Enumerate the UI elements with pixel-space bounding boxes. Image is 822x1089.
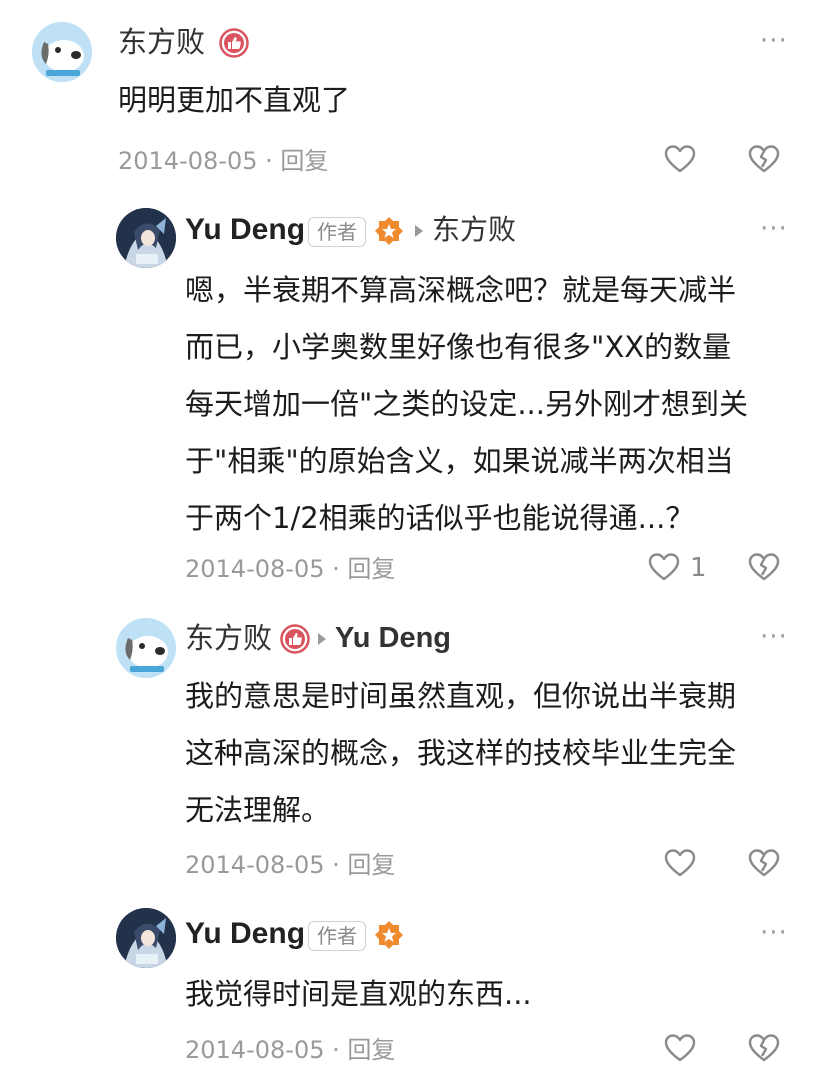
meta-separator: · xyxy=(332,1036,340,1064)
author-name[interactable]: 东方败 xyxy=(118,24,205,60)
more-icon[interactable]: ··· xyxy=(760,26,788,56)
broken-heart-icon[interactable] xyxy=(747,550,781,584)
comment-date: 2014-08-05 xyxy=(118,147,258,175)
comment-text-line: 这种高深的概念，我这样的技校毕业生完全 xyxy=(185,736,737,770)
comment-text-line: 于"相乘"的原始含义，如果说减半两次相当 xyxy=(185,444,734,478)
comment-text: 我的意思是时间虽然直观，但你说出半衰期 这种高深的概念，我这样的技校毕业生完全 … xyxy=(185,668,736,839)
comment-text-line: 而已，小学奥数里好像也有很多"XX的数量 xyxy=(185,330,732,364)
dog-avatar-icon xyxy=(32,22,92,82)
reply-arrow-icon xyxy=(415,225,423,237)
reply-comment-item: Yu Deng 作者 东方败 ··· 嗯，半衰期不算高深概念吧？就是每天减半 而… xyxy=(0,200,822,610)
comment-date: 2014-08-05 xyxy=(185,851,325,879)
broken-heart-icon[interactable] xyxy=(747,1031,781,1065)
avatar[interactable] xyxy=(116,908,176,968)
medal-badge-icon xyxy=(375,921,403,949)
comment-item: 东方败 ··· 明明更加不直观了 2014-08-05 · 回复 xyxy=(0,0,822,200)
dog-avatar-icon xyxy=(116,618,176,678)
comment-text-line: 我的意思是时间虽然直观，但你说出半衰期 xyxy=(185,679,737,713)
heart-icon[interactable] xyxy=(663,1031,697,1065)
reply-comment-item: Yu Deng 作者 ··· 我觉得时间是直观的东西... 2014-08-05… xyxy=(0,900,822,1089)
comment-date: 2014-08-05 xyxy=(185,1036,325,1064)
more-icon[interactable]: ··· xyxy=(760,214,788,244)
comment-text-line: 嗯，半衰期不算高深概念吧？就是每天减半 xyxy=(185,273,737,307)
broken-heart-icon[interactable] xyxy=(747,142,781,176)
anime-avatar-icon xyxy=(116,908,176,968)
medal-badge-icon xyxy=(375,217,403,245)
thumb-badge-icon xyxy=(219,28,249,58)
heart-icon[interactable] xyxy=(663,846,697,880)
comment-text: 我觉得时间是直观的东西... xyxy=(185,966,532,1023)
like-count: 1 xyxy=(690,553,707,583)
anime-avatar-icon xyxy=(116,208,176,268)
author-name[interactable]: Yu Deng xyxy=(185,916,305,952)
comment-text-line: 明明更加不直观了 xyxy=(118,83,351,117)
broken-heart-icon[interactable] xyxy=(747,846,781,880)
comment-text-line: 无法理解。 xyxy=(185,793,331,827)
reply-comment-item: 东方败 Yu Deng ··· 我的意思是时间虽然直观，但你说出半衰期 这种高深… xyxy=(0,610,822,900)
reply-button[interactable]: 回复 xyxy=(347,1036,395,1064)
more-icon[interactable]: ··· xyxy=(760,622,788,652)
meta-separator: · xyxy=(265,147,273,175)
avatar[interactable] xyxy=(116,618,176,678)
comment-text: 明明更加不直观了 xyxy=(118,72,350,129)
comment-text-line: 我觉得时间是直观的东西... xyxy=(185,977,532,1011)
thumb-badge-icon xyxy=(280,624,310,654)
avatar[interactable] xyxy=(116,208,176,268)
reply-to-name[interactable]: Yu Deng xyxy=(335,620,451,656)
reply-arrow-icon xyxy=(318,633,326,645)
author-name[interactable]: Yu Deng xyxy=(185,212,305,248)
heart-icon[interactable] xyxy=(663,142,697,176)
reply-button[interactable]: 回复 xyxy=(347,555,395,583)
reply-to-name[interactable]: 东方败 xyxy=(432,212,516,248)
comment-meta: 2014-08-05 · 回复 xyxy=(185,1035,395,1065)
meta-separator: · xyxy=(332,851,340,879)
comment-meta: 2014-08-05 · 回复 xyxy=(185,850,395,880)
more-icon[interactable]: ··· xyxy=(760,918,788,948)
avatar[interactable] xyxy=(32,22,92,82)
comment-meta: 2014-08-05 · 回复 xyxy=(118,146,328,176)
comment-text-line: 于两个1/2相乘的话似乎也能说得通...？ xyxy=(185,501,695,535)
reply-button[interactable]: 回复 xyxy=(347,851,395,879)
meta-separator: · xyxy=(332,555,340,583)
comment-text: 嗯，半衰期不算高深概念吧？就是每天减半 而已，小学奥数里好像也有很多"XX的数量… xyxy=(185,262,748,547)
comment-date: 2014-08-05 xyxy=(185,555,325,583)
heart-icon[interactable] xyxy=(647,550,681,584)
author-name[interactable]: 东方败 xyxy=(185,620,272,656)
author-badge: 作者 xyxy=(308,217,366,247)
author-badge: 作者 xyxy=(308,921,366,951)
comment-meta: 2014-08-05 · 回复 xyxy=(185,554,395,584)
reply-button[interactable]: 回复 xyxy=(280,147,328,175)
comment-text-line: 每天增加一倍"之类的设定...另外刚才想到关 xyxy=(185,387,748,421)
